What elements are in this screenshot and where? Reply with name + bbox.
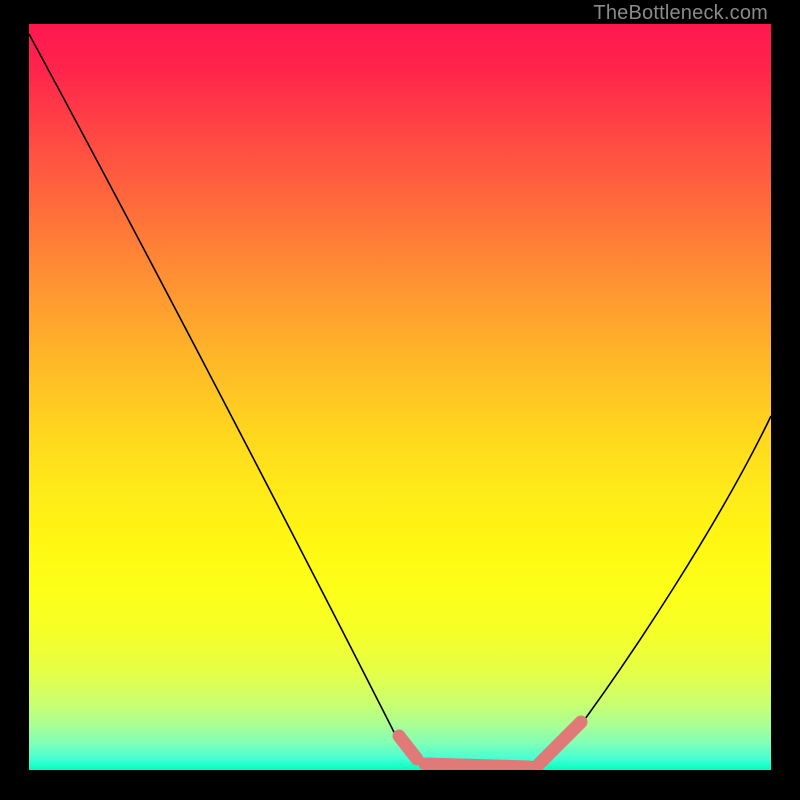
bottleneck-curve	[29, 34, 771, 770]
chart-area	[29, 24, 771, 770]
plateau-markers	[399, 722, 581, 767]
chart-svg	[29, 24, 771, 770]
plateau-seg-right	[539, 722, 581, 764]
plateau-seg-bottom	[425, 764, 529, 767]
watermark-text: TheBottleneck.com	[593, 2, 768, 25]
plateau-seg-left	[399, 736, 417, 759]
